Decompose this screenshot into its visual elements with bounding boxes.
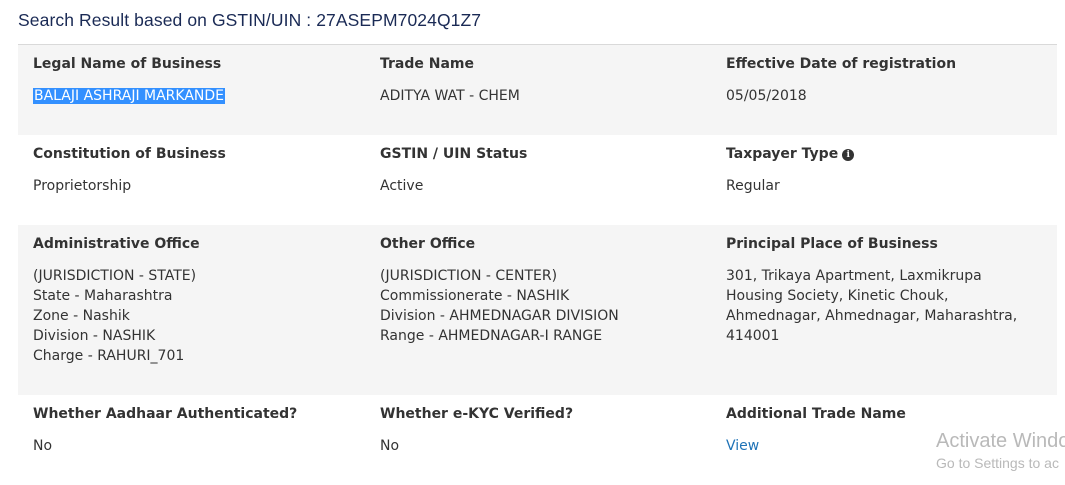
admin-office-line: Charge - RAHURI_701 — [33, 348, 185, 364]
other-office-line: (JURISDICTION - CENTER) — [380, 268, 558, 284]
principal-place-label: Principal Place of Business — [726, 236, 938, 252]
principal-place-line: Ahmednagar, Ahmednagar, Maharashtra, — [726, 308, 1018, 324]
other-office-label: Other Office — [380, 236, 476, 252]
legal-name-value[interactable]: BALAJI ASHRAJI MARKANDE — [33, 88, 226, 104]
admin-office-line: Division - NASHIK — [33, 328, 156, 344]
status-value: Active — [380, 178, 424, 194]
trade-name-label: Trade Name — [380, 56, 475, 72]
aadhaar-label: Whether Aadhaar Authenticated? — [33, 406, 298, 422]
watermark-line-2: Go to Settings to ac — [936, 455, 1059, 471]
admin-office-line: (JURISDICTION - STATE) — [33, 268, 197, 284]
constitution-label: Constitution of Business — [33, 146, 226, 162]
status-label: GSTIN / UIN Status — [380, 146, 528, 162]
info-row-2: Constitution of Business Proprietorship … — [18, 135, 1057, 225]
watermark-line-1: Activate Windo — [936, 430, 1065, 452]
principal-place-value: 301, Trikaya Apartment, Laxmikrupa Housi… — [726, 266, 1017, 346]
effective-date-label: Effective Date of registration — [726, 56, 957, 72]
aadhaar-value: No — [33, 438, 53, 454]
taxpayer-type-label: Taxpayer Type — [726, 146, 839, 162]
ekyc-value: No — [380, 438, 400, 454]
constitution-value: Proprietorship — [33, 178, 132, 194]
effective-date-value: 05/05/2018 — [726, 88, 807, 104]
principal-place-line: Housing Society, Kinetic Chouk, — [726, 288, 949, 304]
admin-office-label: Administrative Office — [33, 236, 200, 252]
page-title: Search Result based on GSTIN/UIN : 27ASE… — [18, 10, 482, 30]
other-office-line: Commissionerate - NASHIK — [380, 288, 570, 304]
info-row-3: Administrative Office (JURISDICTION - ST… — [18, 225, 1057, 395]
taxpayer-type-label-wrap: Taxpayer Type i — [726, 146, 855, 162]
info-circle-icon[interactable]: i — [842, 149, 855, 161]
additional-trade-label: Additional Trade Name — [726, 406, 906, 422]
principal-place-line: 414001 — [726, 328, 780, 344]
view-additional-trade-link[interactable]: View — [726, 438, 759, 454]
ekyc-label: Whether e-KYC Verified? — [380, 406, 574, 422]
taxpayer-type-value: Regular — [726, 178, 780, 194]
admin-office-value: (JURISDICTION - STATE) State - Maharasht… — [33, 266, 196, 366]
other-office-line: Range - AHMEDNAGAR-I RANGE — [380, 328, 603, 344]
activate-windows-watermark: Activate Windo Go to Settings to ac — [936, 430, 1065, 471]
admin-office-line: Zone - Nashik — [33, 308, 130, 324]
other-office-line: Division - AHMEDNAGAR DIVISION — [380, 308, 619, 324]
trade-name-value: ADITYA WAT - CHEM — [380, 88, 520, 104]
legal-name-label: Legal Name of Business — [33, 56, 222, 72]
principal-place-line: 301, Trikaya Apartment, Laxmikrupa — [726, 268, 982, 284]
info-row-1: Legal Name of Business BALAJI ASHRAJI MA… — [18, 45, 1057, 135]
other-office-value: (JURISDICTION - CENTER) Commissionerate … — [380, 266, 619, 346]
admin-office-line: State - Maharashtra — [33, 288, 173, 304]
info-row-4: Whether Aadhaar Authenticated? No Whethe… — [18, 395, 1057, 485]
